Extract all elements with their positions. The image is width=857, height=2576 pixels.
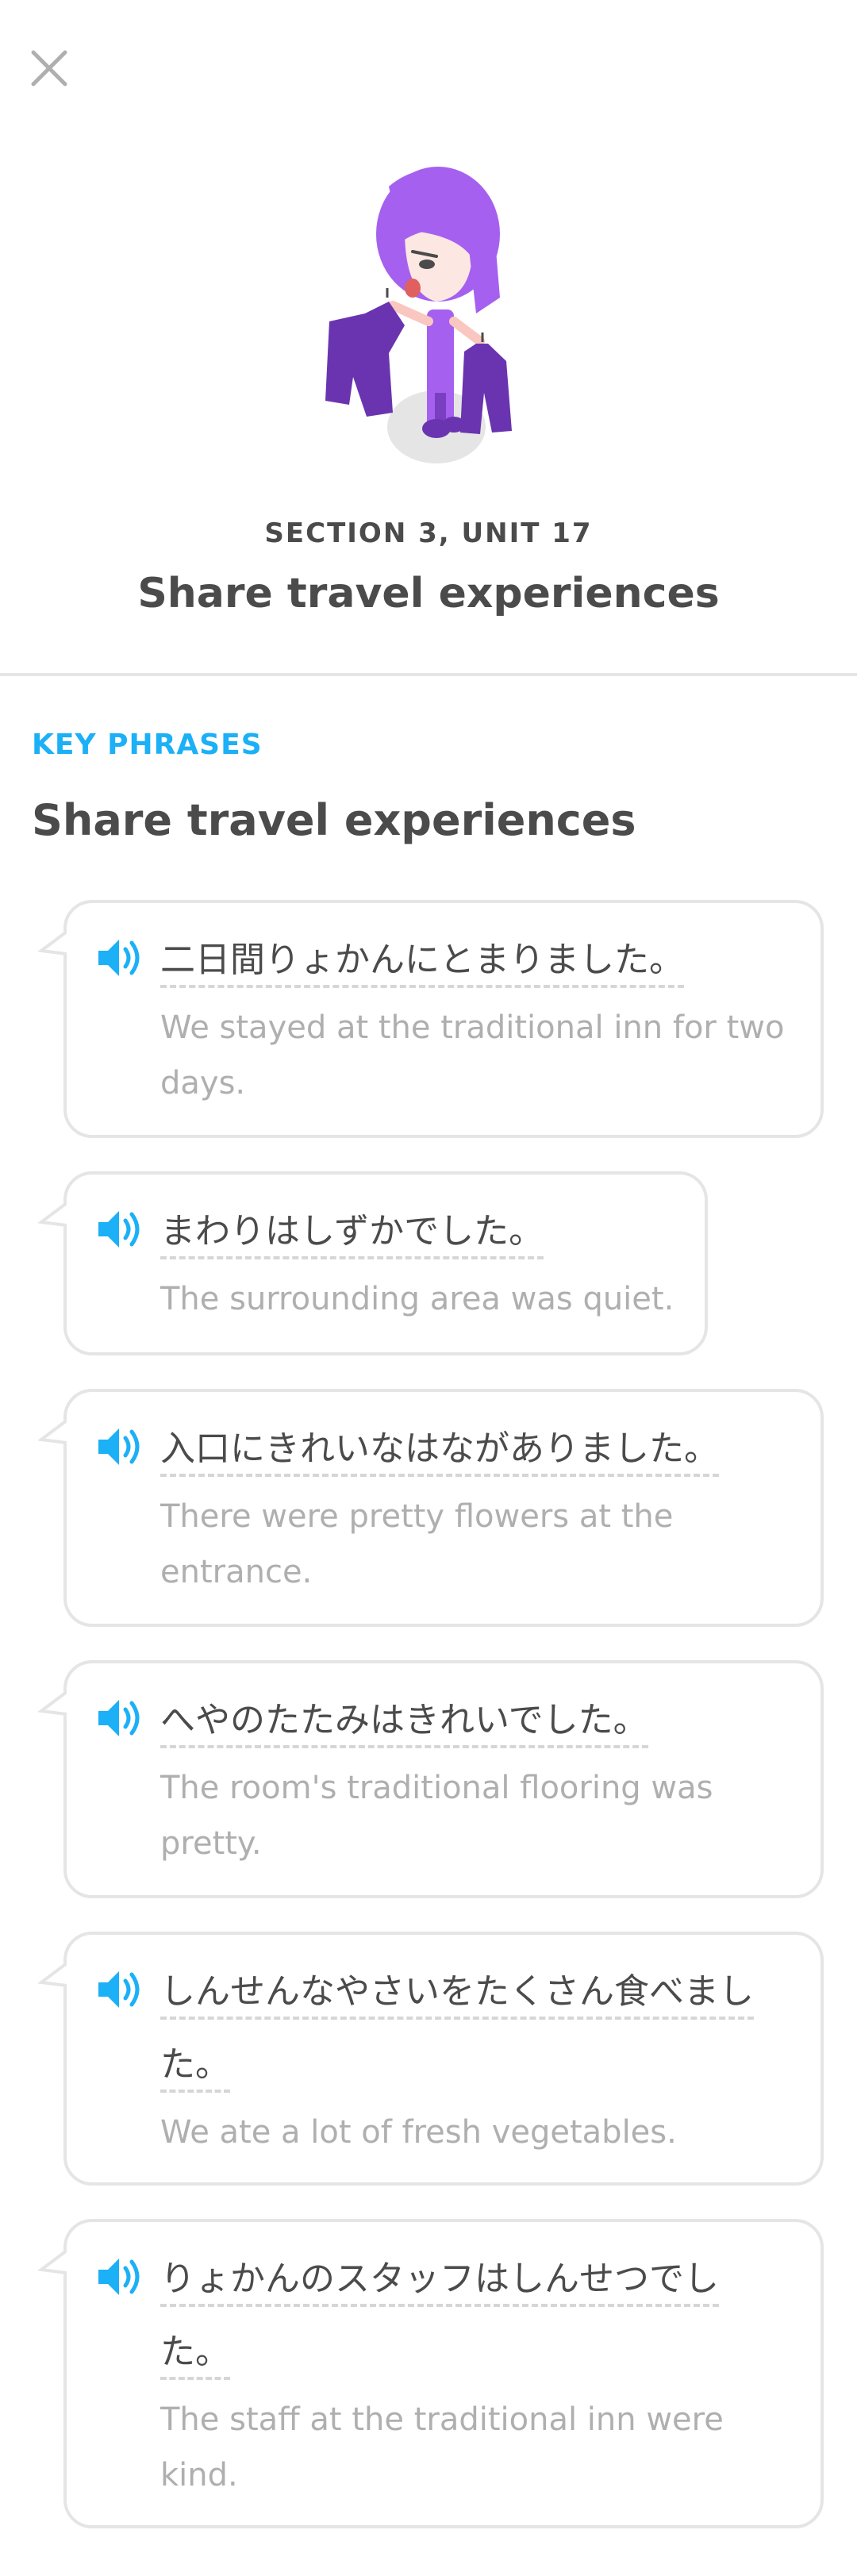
phrase-japanese-line[interactable]: た。 — [160, 2044, 230, 2093]
section-label: SECTION 3, UNIT 17 — [264, 517, 593, 549]
speaker-button[interactable] — [95, 936, 144, 979]
phrase-english: We stayed at the traditional inn for two… — [160, 1000, 784, 1111]
phrase-japanese: まわりはしずかでした。 — [160, 1195, 544, 1268]
key-phrases-label: KEY PHRASES — [32, 729, 263, 761]
speaker-button[interactable] — [95, 1697, 144, 1740]
phrase-card[interactable]: 二日間りょかんにとまりました。 We stayed at the traditi… — [38, 900, 824, 1138]
phrase-english-line: We stayed at the traditional inn for two — [160, 1009, 785, 1046]
phrase-card[interactable]: しんせんなやさいをたくさん食べまし た。 We ate a lot of fre… — [38, 1932, 824, 2186]
phrase-japanese: 入口にきれいなはながありました。 — [160, 1413, 719, 1486]
phrase-japanese: 二日間りょかんにとまりました。 — [160, 924, 684, 997]
bubble-tail — [38, 1201, 67, 1227]
close-button[interactable] — [29, 48, 70, 89]
speaker-icon — [98, 2259, 140, 2295]
phrase-english: The staff at the traditional inn were ki… — [160, 2392, 724, 2503]
phrase-japanese-line[interactable]: 二日間りょかんにとまりました。 — [160, 940, 684, 988]
speaker-icon — [98, 1700, 140, 1736]
phrase-english-line: entrance. — [160, 1554, 313, 1590]
mascot-illustration — [325, 167, 512, 463]
speaker-icon — [98, 940, 140, 976]
phrase-japanese: へやのたたみはきれいでした。 — [160, 1684, 648, 1757]
phrase-english-line: There were pretty flowers at the — [160, 1498, 674, 1535]
speaker-icon — [98, 1428, 140, 1465]
phrase-english-line: days. — [160, 1065, 246, 1102]
phrase-english-line: pretty. — [160, 1825, 262, 1862]
speaker-button[interactable] — [95, 1968, 144, 2011]
phrase-japanese-line[interactable]: 入口にきれいなはながありました。 — [160, 1428, 719, 1477]
phrase-japanese-line[interactable]: しんせんなやさいをたくさん食べまし — [160, 1971, 754, 2020]
unit-title: Share travel experiences — [137, 570, 720, 617]
phrase-english: There were pretty flowers at the entranc… — [160, 1489, 673, 1600]
phrase-card[interactable]: 入口にきれいなはながありました。 There were pretty flowe… — [38, 1389, 824, 1627]
phrase-english-line: We ate a lot of fresh vegetables. — [160, 2114, 677, 2151]
bubble-tail — [38, 1419, 67, 1444]
phrase-english-line: kind. — [160, 2457, 238, 2493]
speaker-button[interactable] — [95, 2255, 144, 2298]
phrase-english-line: The room's traditional flooring was — [160, 1770, 713, 1806]
phrase-card[interactable]: まわりはしずかでした。 The surrounding area was qui… — [38, 1171, 708, 1355]
bubble-tail — [38, 1690, 67, 1716]
phrase-japanese-line[interactable]: た。 — [160, 2332, 230, 2380]
bubble-tail — [38, 1962, 67, 1987]
speaker-icon — [98, 1211, 140, 1248]
phrase-japanese-line[interactable]: まわりはしずかでした。 — [160, 1211, 544, 1259]
phrase-english-line: The surrounding area was quiet. — [160, 1281, 674, 1317]
speaker-button[interactable] — [95, 1208, 144, 1251]
key-phrases-heading: Share travel experiences — [32, 795, 636, 845]
phrase-english: The room's traditional flooring was pret… — [160, 1760, 713, 1871]
close-icon — [31, 50, 67, 87]
phrase-english: We ate a lot of fresh vegetables. — [160, 2105, 677, 2160]
phrase-japanese: りょかんのスタッフはしんせつでし た。 — [160, 2243, 719, 2389]
phrase-japanese: しんせんなやさいをたくさん食べまし た。 — [160, 1955, 754, 2101]
bubble-tail — [38, 2249, 67, 2274]
phrase-english-line: The staff at the traditional inn were — [160, 2401, 724, 2438]
phrase-card[interactable]: へやのたたみはきれいでした。 The room's traditional fl… — [38, 1660, 824, 1898]
phrase-card[interactable]: りょかんのスタッフはしんせつでし た。 The staff at the tra… — [38, 2219, 824, 2528]
divider — [0, 673, 857, 676]
phrase-english: The surrounding area was quiet. — [160, 1271, 674, 1327]
bubble-tail — [38, 930, 67, 955]
phrase-japanese-line[interactable]: へやのたたみはきれいでした。 — [160, 1700, 648, 1748]
speaker-icon — [98, 1971, 140, 2008]
speaker-button[interactable] — [95, 1425, 144, 1468]
phrase-japanese-line[interactable]: りょかんのスタッフはしんせつでし — [160, 2259, 719, 2307]
